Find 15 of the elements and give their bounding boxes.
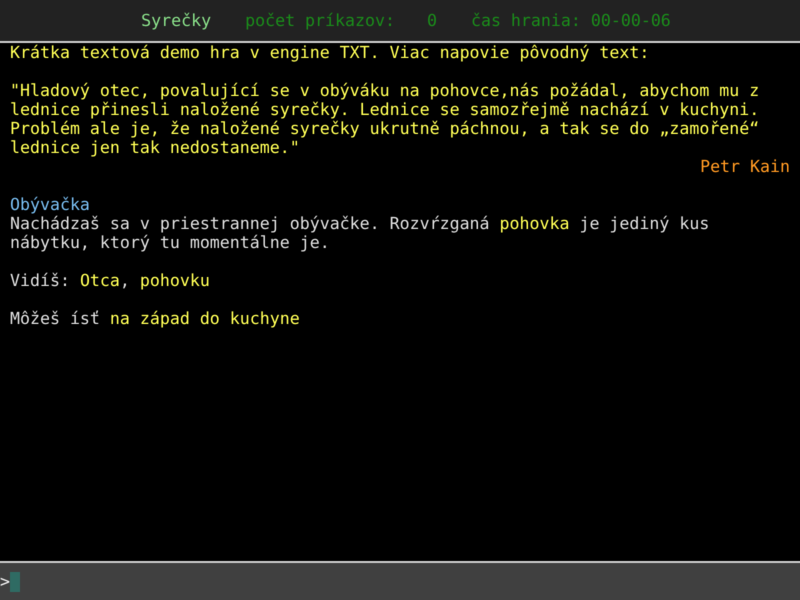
commands-count: 0 [426,11,437,30]
intro-text: "Hladový otec, povalující se v obýváku na pohovce,nás požádal, abychom mu z lednice přinesli naložené syrečky. Lednice se samozřejmě nachází v kuchyni. Problém ale je, že naložené syrečky ukrutně páchnou, a tak se do „zamořené“ lednice jen tak nedostaneme." [10,81,760,157]
room-text: Nachádzaš sa v priestrannej obývačke. Rozvŕzganá pohovka je jediný kus nábytku, ktorý tu momentálne je. [10,214,710,252]
room-text: Vidíš: Otca, pohovku [10,271,211,290]
text-cursor [10,572,20,592]
time-value: 00-00-06 [590,11,671,30]
author-name: Petr Kain [700,157,790,176]
intro-text: Krátka textová demo hra v engine TXT. Viac napovie pôvodný text: [10,43,650,62]
game-title: Syrečky [141,11,212,30]
time-label: čas hrania: [470,11,581,30]
room-title: Obývačka [10,195,91,214]
room-text: Môžeš ísť na západ do kuchyne [10,309,301,328]
commands-label: počet príkazov: [245,11,395,30]
command-input[interactable]: > [0,561,800,600]
prompt-symbol: > [0,572,10,591]
